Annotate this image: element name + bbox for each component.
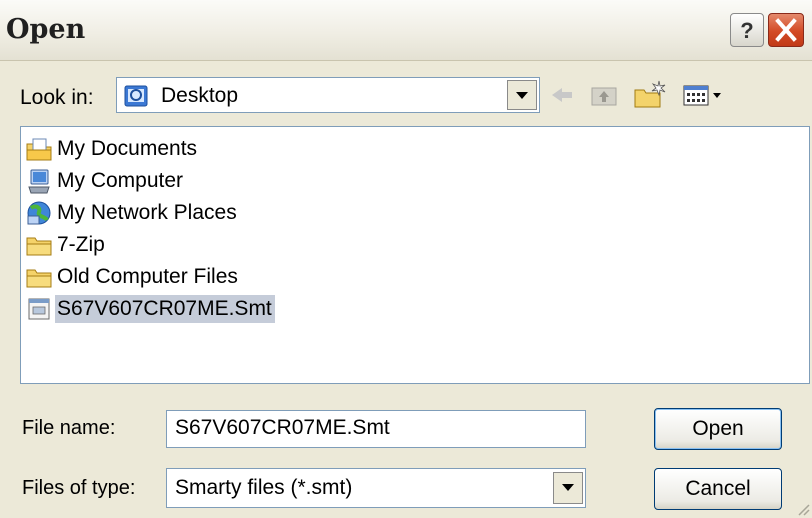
folder-icon [23,229,55,261]
my-documents-icon [23,133,55,165]
back-button[interactable] [544,79,580,111]
close-button[interactable] [768,13,804,47]
lookin-label: Look in: [20,86,94,109]
help-glyph: ? [740,18,753,43]
file-name: My Computer [57,169,184,192]
lookin-value: Desktop [161,84,239,107]
views-button[interactable] [680,79,736,111]
list-item[interactable]: S67V607CR07ME.Smt [23,293,275,325]
file-name: 7-Zip [57,233,105,256]
my-computer-icon [23,165,55,197]
help-icon: ? [740,18,753,43]
lookin-dropdown[interactable]: Desktop [116,77,540,113]
filename-input[interactable]: S67V607CR07ME.Smt [166,410,586,448]
up-folder-icon [591,87,617,106]
filetype-value: Smarty files (*.smt) [175,476,353,499]
filetype-dropdown[interactable]: Smarty files (*.smt) [166,468,586,508]
chevron-down-icon [562,484,574,491]
resize-grip-icon[interactable] [796,502,810,516]
list-item[interactable]: My Network Places [23,197,240,229]
close-icon [775,18,797,42]
filename-label: File name: [22,417,116,439]
file-name: Old Computer Files [57,265,238,288]
file-name: S67V607CR07ME.Smt [55,295,275,323]
filetype-label: Files of type: [22,477,136,499]
list-item[interactable]: My Computer [23,165,186,197]
file-name: My Network Places [57,201,237,224]
new-folder-button[interactable] [632,79,668,111]
list-item[interactable]: My Documents [23,133,200,165]
folder-icon [23,261,55,293]
help-button[interactable]: ? [730,13,764,47]
filetype-dropdown-arrow[interactable] [553,472,583,504]
back-arrow-icon [552,88,572,102]
new-folder-icon [634,80,666,108]
open-button[interactable]: Open [654,408,782,450]
lookin-dropdown-arrow[interactable] [507,80,537,110]
file-name: My Documents [57,137,198,160]
network-places-icon [23,197,55,229]
desktop-icon [123,82,151,114]
smt-file-icon [23,293,55,325]
file-list[interactable]: My Documents My Computer My Network Plac… [20,126,810,384]
list-item[interactable]: Old Computer Files [23,261,241,293]
title-bar: Open ? [0,0,812,61]
views-menu-icon [683,85,721,106]
chevron-down-icon [516,92,528,99]
list-item[interactable]: 7-Zip [23,229,108,261]
up-folder-button[interactable] [586,79,622,111]
cancel-button[interactable]: Cancel [654,468,782,510]
window-title: Open [6,14,86,45]
